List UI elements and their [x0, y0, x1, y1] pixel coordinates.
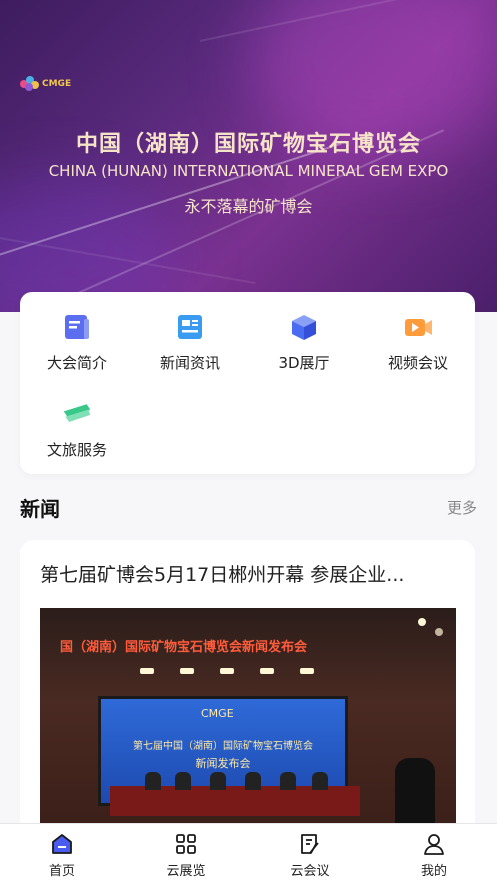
meeting-icon	[298, 832, 322, 856]
hero-banner: CMGE 中国（湖南）国际矿物宝石博览会 CHINA (HUNAN) INTER…	[0, 0, 497, 312]
tab-cloud-meeting[interactable]: 云会议	[270, 832, 350, 879]
gem-logo-icon	[20, 76, 40, 92]
menu-item-label: 新闻资讯	[159, 354, 220, 372]
expo-logo: CMGE	[20, 76, 71, 92]
menu-item-travel-service[interactable]: 文旅服务	[22, 399, 132, 460]
news-section-title: 新闻	[20, 497, 60, 521]
tab-mine[interactable]: 我的	[394, 832, 474, 879]
feature-menu: 大会简介 新闻资讯 3D展厅 视频会议 文旅服务	[20, 292, 475, 474]
banner-slogan: 永不落幕的矿博会	[184, 197, 313, 216]
screen-line-1: 第七届中国（湖南）国际矿物宝石博览会	[133, 741, 313, 752]
tab-label: 云会议	[290, 864, 330, 879]
cube-icon	[289, 312, 319, 342]
tab-label: 首页	[48, 864, 75, 879]
menu-item-intro[interactable]: 大会简介	[22, 312, 132, 373]
news-more-link[interactable]: 更多	[447, 497, 477, 518]
screen-line-2: 新闻发布会	[195, 757, 251, 770]
tab-cloud-exhibition[interactable]: 云展览	[146, 832, 226, 879]
banner-title: 中国（湖南）国际矿物宝石博览会	[75, 132, 421, 157]
menu-item-label: 大会简介	[46, 354, 107, 372]
menu-item-label: 文旅服务	[46, 441, 107, 459]
image-banner-text: 国（湖南）国际矿物宝石博览会新闻发布会	[60, 640, 308, 655]
tab-home[interactable]: 首页	[22, 832, 102, 879]
news-title[interactable]: 第七届矿博会5月17日郴州开幕 参展企业...	[40, 560, 456, 587]
grid-icon	[174, 832, 198, 856]
logo-text: CMGE	[42, 79, 72, 89]
home-icon	[50, 832, 74, 856]
podium-table	[110, 786, 360, 816]
screen-logo-text: CMGE	[201, 707, 234, 720]
menu-item-3d-hall[interactable]: 3D展厅	[249, 312, 359, 373]
bottom-tab-bar: 首页 云展览 云会议 我的	[0, 823, 497, 883]
banner-subtitle-en: CHINA (HUNAN) INTERNATIONAL MINERAL GEM …	[48, 162, 449, 180]
menu-item-label: 3D展厅	[278, 354, 330, 372]
news-image[interactable]: 国（湖南）国际矿物宝石博览会新闻发布会 CMGE 第七届中国（湖南）国际矿物宝石…	[40, 608, 456, 840]
user-icon	[422, 832, 446, 856]
tab-label: 我的	[420, 864, 447, 879]
video-icon	[403, 312, 433, 342]
menu-item-news[interactable]: 新闻资讯	[135, 312, 245, 373]
document-icon	[62, 312, 92, 342]
news-card[interactable]: 第七届矿博会5月17日郴州开幕 参展企业... 国（湖南）国际矿物宝石博览会新闻…	[20, 540, 475, 840]
ticket-icon	[62, 399, 92, 429]
news-icon	[175, 312, 205, 342]
tab-label: 云展览	[166, 864, 206, 879]
menu-item-video-meeting[interactable]: 视频会议	[363, 312, 473, 373]
menu-item-label: 视频会议	[387, 354, 448, 372]
